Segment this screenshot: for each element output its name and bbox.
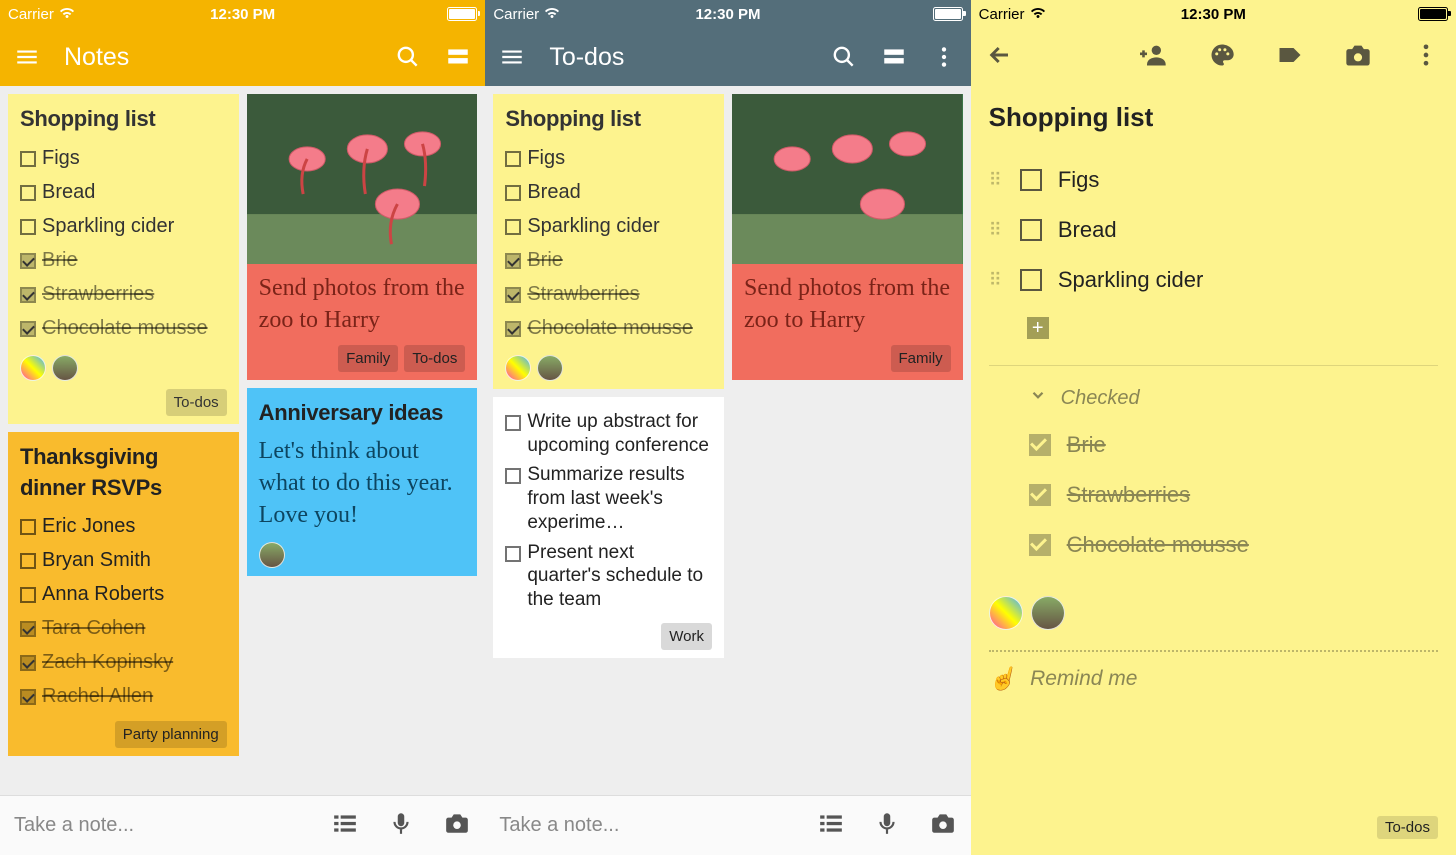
note-image bbox=[732, 94, 963, 264]
avatar bbox=[1031, 596, 1065, 630]
status-bar: Carrier 12:30 PM bbox=[0, 0, 485, 28]
dotted-divider bbox=[989, 650, 1438, 652]
hamburger-icon[interactable] bbox=[499, 44, 525, 70]
compose-placeholder[interactable]: Take a note... bbox=[14, 814, 303, 837]
back-arrow-icon[interactable] bbox=[987, 41, 1015, 74]
search-icon[interactable] bbox=[831, 44, 857, 70]
label-tag-icon[interactable] bbox=[1276, 41, 1304, 74]
overflow-menu-icon[interactable] bbox=[931, 44, 957, 70]
note-zoo-photos[interactable]: Send photos from the zoo to Harry Family… bbox=[247, 94, 478, 380]
microphone-icon[interactable] bbox=[387, 810, 415, 841]
note-title: Anniversary ideas bbox=[259, 398, 466, 429]
note-zoo-photos[interactable]: Send photos from the zoo to Harry Family bbox=[732, 94, 963, 380]
avatar bbox=[259, 542, 285, 568]
carrier-label: Carrier bbox=[8, 6, 54, 23]
note-tag[interactable]: To-dos bbox=[404, 345, 465, 372]
divider bbox=[989, 365, 1438, 366]
wifi-icon bbox=[543, 5, 561, 23]
camera-icon[interactable] bbox=[1344, 41, 1372, 74]
camera-icon[interactable] bbox=[929, 810, 957, 841]
microphone-icon[interactable] bbox=[873, 810, 901, 841]
note-tag[interactable]: Party planning bbox=[115, 721, 227, 748]
note-shopping-list[interactable]: Shopping list Figs Bread Sparkling cider… bbox=[493, 94, 724, 389]
new-list-icon[interactable] bbox=[331, 810, 359, 841]
note-image bbox=[247, 94, 478, 264]
carrier-label: Carrier bbox=[493, 6, 539, 23]
checkbox[interactable] bbox=[1020, 269, 1042, 291]
avatar bbox=[505, 355, 531, 381]
overflow-menu-icon[interactable] bbox=[1412, 41, 1440, 74]
note-work-tasks[interactable]: Write up abstract for upcoming conferenc… bbox=[493, 397, 724, 658]
avatar bbox=[20, 355, 46, 381]
note-title: Shopping list bbox=[20, 104, 227, 135]
checked-item[interactable]: Chocolate mousse bbox=[989, 520, 1438, 570]
search-icon[interactable] bbox=[395, 44, 421, 70]
editor-toolbar bbox=[971, 28, 1456, 86]
checked-item[interactable]: Strawberries bbox=[989, 470, 1438, 520]
checklist-item[interactable]: ⠿ Bread bbox=[989, 205, 1438, 255]
battery-icon bbox=[1418, 7, 1448, 21]
view-toggle-icon[interactable] bbox=[881, 44, 907, 70]
app-toolbar: To-dos bbox=[485, 28, 970, 86]
camera-icon[interactable] bbox=[443, 810, 471, 841]
checkbox-checked[interactable] bbox=[1029, 534, 1051, 556]
checkbox[interactable] bbox=[1020, 219, 1042, 241]
compose-bar: Take a note... bbox=[485, 795, 970, 855]
checked-item[interactable]: Brie bbox=[989, 420, 1438, 470]
new-list-icon[interactable] bbox=[817, 810, 845, 841]
wifi-icon bbox=[1029, 5, 1047, 23]
hamburger-icon[interactable] bbox=[14, 44, 40, 70]
avatar bbox=[52, 355, 78, 381]
plus-icon: + bbox=[1027, 317, 1049, 339]
note-anniversary[interactable]: Anniversary ideas Let's think about what… bbox=[247, 388, 478, 576]
note-body: Send photos from the zoo to Harry bbox=[259, 272, 466, 337]
reminder-finger-icon: ☝ bbox=[989, 666, 1016, 692]
wifi-icon bbox=[58, 5, 76, 23]
note-shopping-list[interactable]: Shopping list Figs Bread Sparkling cider… bbox=[8, 94, 239, 424]
checklist-item[interactable]: ⠿ Figs bbox=[989, 155, 1438, 205]
toolbar-title: To-dos bbox=[549, 43, 806, 72]
avatar bbox=[989, 596, 1023, 630]
palette-icon[interactable] bbox=[1208, 41, 1236, 74]
note-title: Shopping list bbox=[505, 104, 712, 135]
collaborator-avatars bbox=[20, 355, 227, 381]
battery-icon bbox=[447, 7, 477, 21]
carrier-label: Carrier bbox=[979, 6, 1025, 23]
add-item-button[interactable]: + bbox=[989, 305, 1438, 351]
checkbox[interactable] bbox=[1020, 169, 1042, 191]
note-body: Send photos from the zoo to Harry bbox=[744, 272, 951, 337]
add-person-icon[interactable] bbox=[1140, 41, 1168, 74]
compose-bar: Take a note... bbox=[0, 795, 485, 855]
view-toggle-icon[interactable] bbox=[445, 44, 471, 70]
checkbox-checked[interactable] bbox=[1029, 434, 1051, 456]
note-tag[interactable]: Family bbox=[891, 345, 951, 372]
note-tag[interactable]: To-dos bbox=[166, 389, 227, 416]
drag-handle-icon[interactable]: ⠿ bbox=[989, 220, 1004, 241]
app-toolbar: Notes bbox=[0, 28, 485, 86]
drag-handle-icon[interactable]: ⠿ bbox=[989, 170, 1004, 191]
compose-placeholder[interactable]: Take a note... bbox=[499, 814, 788, 837]
avatar bbox=[537, 355, 563, 381]
note-rsvps[interactable]: Thanksgiving dinner RSVPs Eric Jones Bry… bbox=[8, 432, 239, 757]
battery-icon bbox=[933, 7, 963, 21]
checklist-item[interactable]: ⠿ Sparkling cider bbox=[989, 255, 1438, 305]
status-bar: Carrier 12:30 PM bbox=[971, 0, 1456, 28]
note-tag[interactable]: Family bbox=[338, 345, 398, 372]
toolbar-title: Notes bbox=[64, 43, 371, 72]
collaborator-avatars[interactable] bbox=[989, 596, 1438, 630]
remind-me-button[interactable]: ☝ Remind me bbox=[989, 666, 1438, 692]
note-tag[interactable]: To-dos bbox=[1377, 816, 1438, 839]
status-bar: Carrier 12:30 PM bbox=[485, 0, 970, 28]
note-title: Thanksgiving dinner RSVPs bbox=[20, 442, 227, 504]
note-title-field[interactable]: Shopping list bbox=[989, 102, 1438, 133]
note-body: Let's think about what to do this year. … bbox=[259, 435, 466, 532]
checked-section-header[interactable]: Checked bbox=[989, 380, 1438, 420]
drag-handle-icon[interactable]: ⠿ bbox=[989, 270, 1004, 291]
chevron-down-icon bbox=[1029, 386, 1047, 410]
note-tag[interactable]: Work bbox=[661, 623, 712, 650]
checkbox-checked[interactable] bbox=[1029, 484, 1051, 506]
